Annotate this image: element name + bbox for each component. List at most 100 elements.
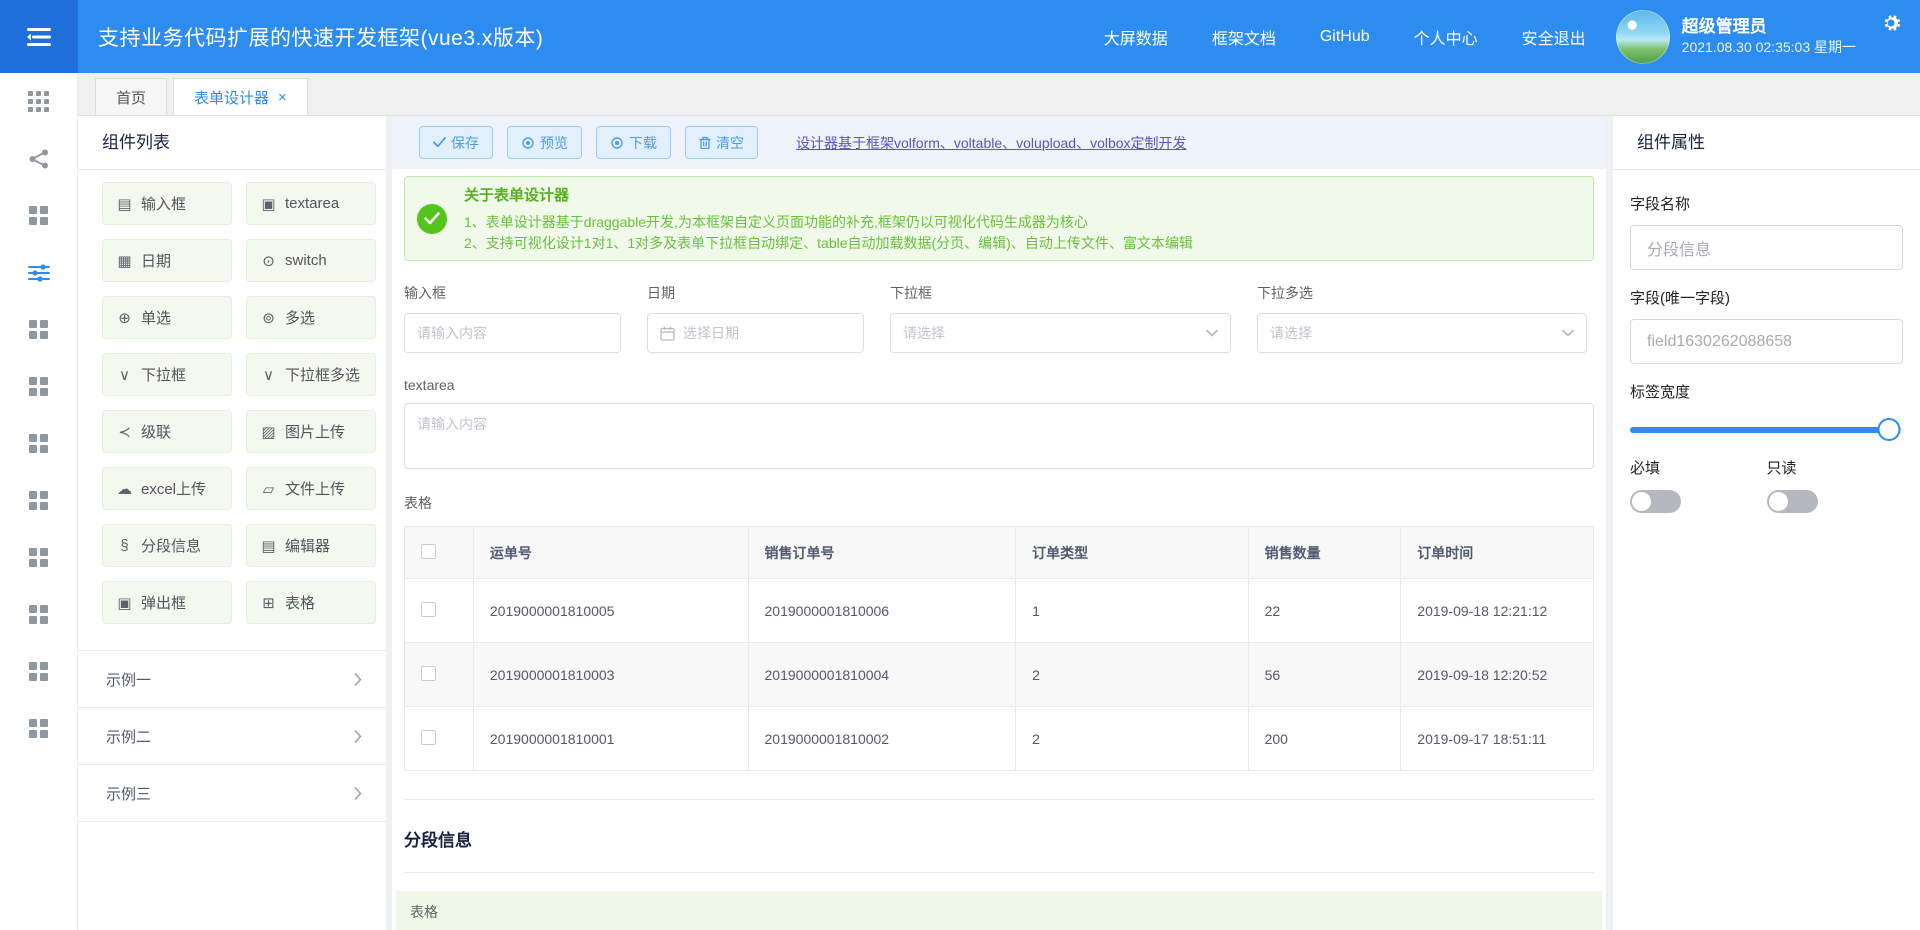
sample-item-1[interactable]: 示例二 [78, 708, 386, 765]
component-textarea[interactable]: ▣textarea [246, 182, 376, 225]
column-header[interactable]: 订单时间 [1401, 527, 1594, 579]
table-row[interactable]: 2019000001810001201900000181000222002019… [405, 707, 1594, 771]
save-button[interactable]: 保存 [419, 126, 493, 159]
component-label: 分段信息 [141, 535, 201, 556]
component-section[interactable]: § 分段信息 [102, 524, 232, 567]
textarea-input[interactable]: 请输入内容 [404, 403, 1594, 469]
clear-button[interactable]: 清空 [685, 126, 758, 159]
nav-item-0[interactable]: 大屏数据 [1104, 25, 1168, 49]
component-table[interactable]: ⊞表格 [246, 581, 376, 624]
column-header[interactable]: 运单号 [473, 527, 748, 579]
nav-item-3[interactable]: 个人中心 [1414, 25, 1478, 49]
sample-item-2[interactable]: 示例三 [78, 765, 386, 822]
rail-item-7[interactable] [0, 472, 77, 529]
rail-item-9[interactable] [0, 586, 77, 643]
component-editor[interactable]: ▤编辑器 [246, 524, 376, 567]
table-row[interactable]: 201900000181000520190000018100061222019-… [405, 579, 1594, 643]
close-icon[interactable]: × [278, 90, 287, 105]
nav-item-4[interactable]: 安全退出 [1522, 25, 1586, 49]
component-switch[interactable]: ⊙switch [246, 239, 376, 282]
sample-item-0[interactable]: 示例一 [78, 651, 386, 708]
field-name-input[interactable]: 分段信息 [1630, 225, 1903, 270]
component-excel-upload[interactable]: ☁excel上传 [102, 467, 232, 510]
form-field-1: 日期选择日期 [647, 283, 864, 353]
form-field-input-2[interactable]: 请选择 [890, 313, 1231, 353]
properties-panel: 组件属性 字段名称 分段信息 字段(唯一字段) field16302620886… [1613, 116, 1920, 930]
rail-item-6[interactable] [0, 415, 77, 472]
framework-link[interactable]: 设计器基于框架volform、voltable、volupload、volbox… [796, 133, 1187, 153]
section-icon: § [116, 537, 133, 554]
row-checkbox[interactable] [421, 602, 436, 617]
component-radio[interactable]: ⊕单选 [102, 296, 232, 339]
column-header[interactable]: 销售订单号 [748, 527, 1016, 579]
toggle-row: 必填 只读 [1630, 447, 1903, 513]
form-field-input-3[interactable]: 请选择 [1257, 313, 1587, 353]
avatar[interactable] [1616, 10, 1670, 64]
row-checkbox[interactable] [421, 730, 436, 745]
component-input[interactable]: ▤输入框 [102, 182, 232, 225]
component-image-upload[interactable]: ▨图片上传 [246, 410, 376, 453]
rail-item-5[interactable] [0, 358, 77, 415]
download-button[interactable]: 下载 [596, 126, 671, 159]
component-label: 下拉框多选 [285, 364, 360, 385]
slider-handle[interactable] [1878, 418, 1901, 441]
grid4-icon [29, 719, 48, 738]
form-field-input-0[interactable]: 请输入内容 [404, 313, 621, 353]
table-row[interactable]: 201900000181000320190000018100042562019-… [405, 643, 1594, 707]
notice-title: 关于表单设计器 [464, 184, 1193, 205]
column-header[interactable]: 销售数量 [1248, 527, 1401, 579]
user-box[interactable]: 超级管理员 2021.08.30 02:35:03 星期一 [1616, 10, 1856, 64]
table-cell: 2019000001810002 [748, 707, 1016, 771]
nav-item-1[interactable]: 框架文档 [1212, 25, 1276, 49]
eye-icon [521, 137, 535, 149]
label-width-slider[interactable] [1630, 418, 1903, 441]
sidebar-collapse-button[interactable] [0, 0, 78, 73]
preview-button[interactable]: 预览 [507, 126, 582, 159]
table-cell: 2019000001810006 [748, 579, 1016, 643]
selected-table-component[interactable]: 表格 [396, 891, 1602, 930]
rail-item-3[interactable] [0, 244, 77, 301]
textarea-label: textarea [404, 377, 1594, 393]
icon-rail [0, 73, 78, 930]
settings-button[interactable] [1880, 12, 1902, 34]
component-cascade[interactable]: ≺级联 [102, 410, 232, 453]
section-title: 分段信息 [404, 826, 1594, 873]
rail-item-2[interactable] [0, 187, 77, 244]
hamburger-icon [27, 27, 51, 47]
rail-item-1[interactable] [0, 130, 77, 187]
select-all-checkbox[interactable] [421, 544, 436, 559]
row-select-cell [405, 707, 474, 771]
component-checkbox[interactable]: ⊚多选 [246, 296, 376, 339]
form-field-input-1[interactable]: 选择日期 [647, 313, 864, 353]
file-upload-icon: ▱ [260, 480, 277, 498]
component-select[interactable]: ∨下拉框 [102, 353, 232, 396]
component-multiselect[interactable]: ∨下拉框多选 [246, 353, 376, 396]
sample-label: 示例三 [106, 783, 151, 804]
component-date[interactable]: ▦日期 [102, 239, 232, 282]
toggle-knob [1632, 492, 1651, 511]
rail-item-8[interactable] [0, 529, 77, 586]
row-select-cell [405, 579, 474, 643]
readonly-toggle[interactable] [1767, 490, 1818, 513]
field-key-input[interactable]: field1630262088658 [1630, 319, 1903, 364]
rail-item-10[interactable] [0, 643, 77, 700]
check-circle-icon [417, 204, 447, 234]
column-header[interactable]: 订单类型 [1016, 527, 1248, 579]
row-checkbox[interactable] [421, 666, 436, 681]
rail-item-4[interactable] [0, 301, 77, 358]
tab-home[interactable]: 首页 [95, 78, 167, 115]
rail-item-11[interactable] [0, 700, 77, 757]
grid4-icon [29, 377, 48, 396]
table-cell: 2019000001810003 [473, 643, 748, 707]
share-icon [29, 149, 49, 169]
nav-item-2[interactable]: GitHub [1320, 28, 1370, 46]
chevron-down-icon [1562, 329, 1574, 337]
required-toggle[interactable] [1630, 490, 1681, 513]
component-popup[interactable]: ▣弹出框 [102, 581, 232, 624]
table-cell: 2019-09-18 12:20:52 [1401, 643, 1594, 707]
component-label: 弹出框 [141, 592, 186, 613]
header-nav: 大屏数据 框架文档 GitHub 个人中心 安全退出 [1104, 25, 1586, 49]
tab-form-designer[interactable]: 表单设计器 × [173, 78, 308, 115]
rail-item-0[interactable] [0, 73, 77, 130]
component-file-upload[interactable]: ▱文件上传 [246, 467, 376, 510]
